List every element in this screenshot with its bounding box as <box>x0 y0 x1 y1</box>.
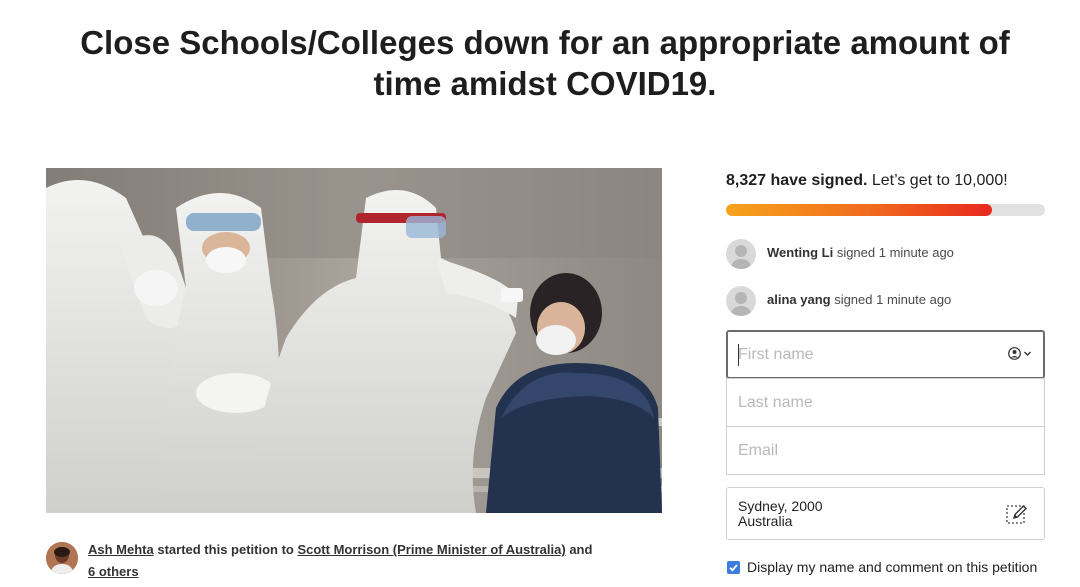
signature-count-number: 8,327 have signed. <box>726 172 868 189</box>
starter-and-text: and <box>565 542 593 557</box>
decision-maker-link[interactable]: Scott Morrison (Prime Minister of Austra… <box>297 542 565 557</box>
autofill-contact-icon[interactable] <box>1008 347 1032 360</box>
recent-signer: Wenting Li signed 1 minute ago <box>726 232 1046 275</box>
display-name-label: Display my name and comment on this peti… <box>747 559 1038 575</box>
recent-signer: alina yang signed 1 minute ago <box>726 279 1046 322</box>
text-caret <box>738 344 739 366</box>
recent-signer-action: signed 1 minute ago <box>830 292 952 307</box>
signature-progress-fill <box>726 204 992 216</box>
recent-signer-name: alina yang <box>767 292 831 307</box>
starter-started-text: started this petition to <box>153 542 298 557</box>
user-avatar-icon <box>726 286 756 316</box>
email-field[interactable] <box>726 426 1045 475</box>
display-name-checkbox[interactable] <box>727 561 740 574</box>
petition-photo-image <box>46 168 662 513</box>
recent-signer-text: Wenting Li signed 1 minute ago <box>767 245 954 260</box>
last-name-input[interactable] <box>727 379 1044 426</box>
starter-avatar[interactable] <box>46 542 78 574</box>
first-name-input[interactable] <box>727 331 1044 378</box>
signature-goal: Let’s get to 10,000! <box>867 172 1008 189</box>
recent-signer-action: signed 1 minute ago <box>833 245 954 260</box>
location-line-1: Sydney, 2000 <box>738 498 823 514</box>
sign-form <box>726 330 1045 475</box>
petition-photo <box>46 168 662 513</box>
last-name-field[interactable] <box>726 378 1045 427</box>
user-avatar-icon <box>726 239 756 269</box>
starter-avatar-image <box>46 542 78 574</box>
signature-panel: 8,327 have signed. Let’s get to 10,000! … <box>726 170 1046 322</box>
signature-progress-bar <box>726 204 1045 216</box>
recent-signer-text: alina yang signed 1 minute ago <box>767 292 951 307</box>
location-line-2: Australia <box>738 513 793 529</box>
recent-signer-name: Wenting Li <box>767 245 834 260</box>
petition-starter: Ash Mehta started this petition to Scott… <box>46 539 662 583</box>
signature-count: 8,327 have signed. Let’s get to 10,000! <box>726 170 1046 192</box>
starter-name-link[interactable]: Ash Mehta <box>88 542 154 557</box>
starter-text: Ash Mehta started this petition to Scott… <box>88 539 648 583</box>
edit-location-icon[interactable] <box>1005 502 1029 526</box>
chevron-down-icon <box>1024 351 1031 356</box>
first-name-field[interactable] <box>726 330 1045 379</box>
email-input[interactable] <box>727 427 1044 474</box>
display-name-option[interactable]: Display my name and comment on this peti… <box>726 558 1056 578</box>
location-field[interactable]: Sydney, 2000 Australia <box>726 487 1045 540</box>
petition-title: Close Schools/Colleges down for an appro… <box>80 24 1010 102</box>
others-link[interactable]: 6 others <box>88 564 139 579</box>
checkmark-icon <box>729 564 738 572</box>
location-text: Sydney, 2000 Australia <box>738 499 823 529</box>
